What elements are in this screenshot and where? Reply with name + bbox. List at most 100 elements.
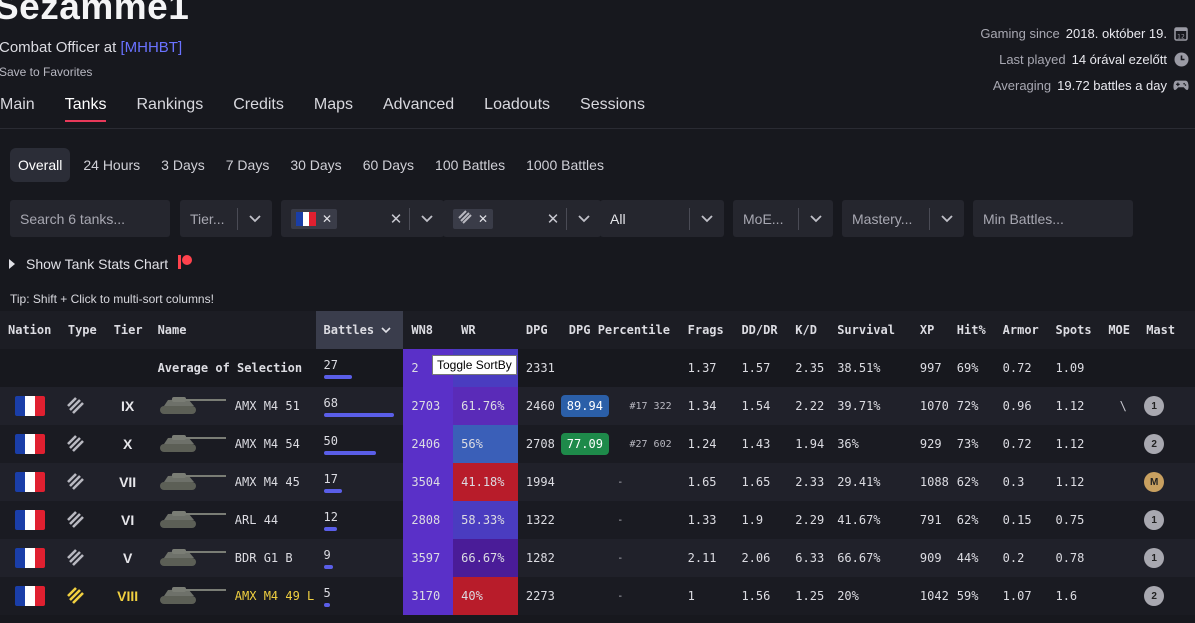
dpg-percentile-cell: - — [560, 577, 680, 615]
col-nation[interactable]: Nation — [0, 311, 60, 349]
survival-cell: 36% — [829, 425, 912, 463]
period-1000-battles[interactable]: 1000 Battles — [518, 148, 612, 182]
wr-cell: 58.33% — [453, 501, 518, 539]
period-30-days[interactable]: 30 Days — [282, 148, 349, 182]
min-battles-placeholder: Min Battles... — [983, 210, 1064, 227]
moe-cell — [1100, 577, 1139, 615]
period-selector: Overall 24 Hours 3 Days 7 Days 30 Days 6… — [10, 148, 617, 182]
type-select[interactable]: ✕ ✕ — [443, 200, 601, 237]
col-wn8[interactable]: WN8 — [403, 311, 454, 349]
col-armor[interactable]: Armor — [994, 311, 1048, 349]
spots-cell: 1.12 — [1047, 387, 1101, 425]
tab-tanks[interactable]: Tanks — [64, 96, 106, 122]
clear-icon[interactable]: ✕ — [540, 210, 566, 228]
col-dpg[interactable]: DPG — [517, 311, 561, 349]
average-row: Average of Selection 27 2 % 2331 1.37 1.… — [0, 349, 1195, 387]
min-battles-input[interactable]: Min Battles... — [973, 200, 1133, 237]
col-frags[interactable]: Frags — [679, 311, 734, 349]
hit-cell: 62% — [948, 463, 995, 501]
table-row[interactable]: X AMX M4 54 50 2406 56% 2708 77.09 #27 602 1.24… — [0, 425, 1195, 463]
nav-divider — [0, 128, 1195, 129]
average-frags: 1.37 — [679, 349, 734, 387]
chevron-down-icon[interactable] — [410, 214, 444, 223]
tank-image — [158, 396, 228, 419]
tab-maps[interactable]: Maps — [314, 96, 353, 120]
col-hit[interactable]: Hit% — [948, 311, 995, 349]
tank-destroyer-icon — [66, 548, 84, 569]
period-overall[interactable]: Overall — [10, 148, 71, 182]
tier-select[interactable]: Tier... — [180, 200, 272, 237]
tab-credits[interactable]: Credits — [233, 96, 284, 120]
clear-icon[interactable]: ✕ — [383, 210, 409, 228]
info-value: 14 órával ezelőtt — [1071, 51, 1167, 67]
clock-icon — [1173, 51, 1189, 67]
gamepad-icon — [1173, 77, 1189, 93]
france-flag-icon — [15, 434, 45, 454]
chip-remove-icon[interactable]: ✕ — [322, 212, 332, 226]
chevron-down-icon[interactable] — [930, 214, 964, 223]
period-100-battles[interactable]: 100 Battles — [427, 148, 513, 182]
chip-remove-icon[interactable]: ✕ — [478, 212, 488, 226]
patreon-icon[interactable] — [178, 255, 193, 272]
wn8-cell: 3170 — [403, 577, 454, 615]
col-dddr[interactable]: DD/DR — [733, 311, 788, 349]
table-row[interactable]: VIII AMX M4 49 L 5 3170 40% 2273 - 1 1.56 1.25 20… — [0, 577, 1195, 615]
tab-sessions[interactable]: Sessions — [580, 96, 645, 120]
col-wr[interactable]: WR — [453, 311, 518, 349]
tier-value: V — [122, 550, 133, 566]
chevron-down-icon[interactable] — [567, 214, 601, 223]
col-name[interactable]: Name — [149, 311, 316, 349]
chevron-down-icon[interactable] — [690, 214, 724, 223]
average-armor: 0.72 — [994, 349, 1048, 387]
tab-main[interactable]: Main — [0, 96, 35, 120]
battles-cell: 5 — [315, 577, 404, 615]
col-survival[interactable]: Survival — [829, 311, 912, 349]
info-last-played: Last played 14 órával ezelőtt — [980, 46, 1189, 72]
mastery-cell: M — [1138, 463, 1195, 501]
table-row[interactable]: VII AMX M4 45 17 3504 41.18% 1994-1.65 1.65 2.… — [0, 463, 1195, 501]
col-xp[interactable]: XP — [911, 311, 949, 349]
svg-text:12: 12 — [1177, 33, 1185, 40]
average-survival: 38.51% — [829, 349, 912, 387]
moe-select[interactable]: MoE... — [733, 200, 833, 237]
clan-link[interactable]: [MHHBT] — [120, 39, 182, 56]
chevron-down-icon[interactable] — [799, 214, 833, 223]
period-7-days[interactable]: 7 Days — [218, 148, 278, 182]
col-dpg-percentile[interactable]: DPG Percentile — [560, 311, 680, 349]
search-input[interactable]: Search 6 tanks... — [10, 200, 170, 237]
col-moe[interactable]: MOE — [1100, 311, 1139, 349]
col-spots[interactable]: Spots — [1047, 311, 1101, 349]
mastery-select[interactable]: Mastery... — [842, 200, 964, 237]
tank-name: AMX M4 54 — [234, 436, 300, 451]
dddr-cell: 1.65 — [733, 463, 788, 501]
nation-select[interactable]: ✕ ✕ — [281, 200, 444, 237]
save-to-favorites-link[interactable]: Save to Favorites — [0, 65, 92, 79]
tier-value: VI — [121, 512, 135, 528]
col-battles[interactable]: Battles — [315, 311, 404, 349]
col-mastery[interactable]: Mast — [1138, 311, 1195, 349]
battles-bar — [323, 526, 337, 531]
tank-image — [158, 548, 228, 571]
dddr-cell: 2.06 — [733, 539, 788, 577]
tab-rankings[interactable]: Rankings — [136, 96, 203, 120]
period-3-days[interactable]: 3 Days — [153, 148, 213, 182]
tab-loadouts[interactable]: Loadouts — [484, 96, 550, 120]
tab-advanced[interactable]: Advanced — [383, 96, 454, 120]
chevron-down-icon[interactable] — [238, 214, 272, 223]
table-row[interactable]: VI ARL 44 12 2808 58.33% 1322 - 1.33 1.9 2.29 41.… — [0, 501, 1195, 539]
col-type[interactable]: Type — [59, 311, 106, 349]
mastery-cell: 1 — [1138, 539, 1195, 577]
col-tier[interactable]: Tier — [105, 311, 150, 349]
period-60-days[interactable]: 60 Days — [355, 148, 422, 182]
battles-value: 27 — [323, 357, 338, 372]
table-row[interactable]: IX AMX M4 51 68 2703 61.76% 2460 89.94 #17 322… — [0, 387, 1195, 425]
period-24-hours[interactable]: 24 Hours — [75, 148, 148, 182]
france-flag-icon — [15, 472, 45, 492]
table-row[interactable]: V BDR G1 B 9 3597 66.67% 1282-2.11 2.06 6.33 66… — [0, 539, 1195, 577]
all-select[interactable]: All — [600, 200, 724, 237]
spots-cell: 1.12 — [1047, 425, 1101, 463]
tier-value: IX — [121, 398, 135, 414]
show-chart-toggle[interactable]: Show Tank Stats Chart — [8, 255, 193, 272]
dpg-percentile-cell: 89.94 #17 322 — [560, 387, 680, 425]
col-kd[interactable]: K/D — [787, 311, 830, 349]
